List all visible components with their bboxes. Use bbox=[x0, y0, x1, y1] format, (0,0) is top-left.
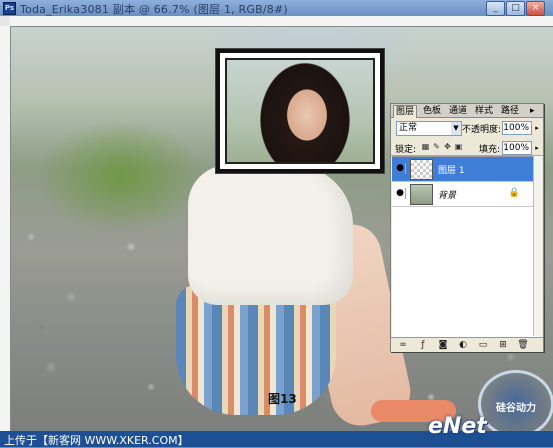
panel-footer: ∞ ƒ ◙ ◐ ▭ ⊞ 🗑 bbox=[391, 337, 543, 352]
badge-text: 硅谷动力 bbox=[496, 403, 536, 414]
layer-name[interactable]: 背景 bbox=[438, 188, 456, 201]
eye-icon[interactable]: ● bbox=[395, 188, 406, 199]
panel-tabs: 图层 色板 通道 样式 路径 ▸ bbox=[391, 104, 543, 118]
layer-name[interactable]: 图层 1 bbox=[438, 163, 465, 176]
layer-thumbnail bbox=[410, 159, 433, 180]
blend-row: 正常 ▼ 不透明度: 100% ▸ bbox=[391, 119, 543, 137]
photoshop-icon: Ps bbox=[3, 2, 16, 15]
panel-menu-icon[interactable]: ▸ bbox=[528, 105, 537, 117]
opacity-label: 不透明度: bbox=[462, 125, 502, 135]
opacity-slider-arrow-icon[interactable]: ▸ bbox=[533, 122, 541, 134]
lock-all-icon[interactable]: ▣ bbox=[454, 142, 463, 151]
new-layer-icon[interactable]: ⊞ bbox=[497, 339, 509, 351]
lock-row: 锁定: ▦ ✎ ✥ ▣ 填充: 100% ▸ bbox=[391, 139, 543, 156]
upload-credit: 上传于【新客网 WWW.XKER.COM】 bbox=[4, 434, 189, 447]
blend-mode-select[interactable]: 正常 ▼ bbox=[396, 121, 462, 136]
tab-channels[interactable]: 通道 bbox=[447, 105, 469, 117]
lock-label: 锁定: bbox=[395, 145, 417, 155]
new-group-icon[interactable]: ▭ bbox=[477, 339, 489, 351]
tab-styles[interactable]: 样式 bbox=[473, 105, 495, 117]
eye-icon[interactable]: ● bbox=[395, 163, 406, 174]
minimize-button[interactable]: _ bbox=[486, 1, 505, 16]
tab-layers[interactable]: 图层 bbox=[393, 105, 418, 118]
vertical-ruler[interactable] bbox=[0, 26, 11, 431]
blend-mode-value: 正常 bbox=[399, 123, 418, 133]
link-layers-icon[interactable]: ∞ bbox=[397, 339, 409, 351]
lock-icon: 🔒 bbox=[508, 188, 520, 198]
photo-subject bbox=[176, 165, 456, 431]
adjustment-layer-icon[interactable]: ◐ bbox=[457, 339, 469, 351]
maximize-button[interactable]: □ bbox=[506, 1, 525, 16]
horizontal-ruler[interactable] bbox=[10, 16, 553, 27]
opacity-input[interactable]: 100% bbox=[502, 121, 532, 135]
trash-icon[interactable]: 🗑 bbox=[517, 339, 529, 351]
layer-style-icon[interactable]: ƒ bbox=[417, 339, 429, 351]
photoshop-window: Ps Toda_Erika3081 副本 @ 66.7% (图层 1, RGB/… bbox=[0, 0, 553, 447]
layers-list: ● 图层 1 ● 背景 🔒 bbox=[392, 156, 542, 337]
layer-mask-icon[interactable]: ◙ bbox=[437, 339, 449, 351]
tab-swatches[interactable]: 色板 bbox=[421, 105, 443, 117]
layers-panel: 图层 色板 通道 样式 路径 ▸ 正常 ▼ 不透明度: 100% ▸ 锁定: ▦… bbox=[390, 103, 544, 352]
fill-slider-arrow-icon[interactable]: ▸ bbox=[533, 142, 541, 154]
fill-input[interactable]: 100% bbox=[502, 141, 532, 155]
subject-shirt bbox=[188, 165, 353, 305]
layer-row-background[interactable]: ● 背景 🔒 bbox=[392, 182, 542, 207]
watermark-badge: 硅谷动力 bbox=[478, 370, 553, 438]
close-button[interactable]: × bbox=[526, 1, 545, 16]
figure-caption: 图13 bbox=[268, 392, 297, 406]
fill-label: 填充: bbox=[479, 145, 501, 155]
document-title: Toda_Erika3081 副本 @ 66.7% (图层 1, RGB/8#) bbox=[20, 3, 288, 16]
photo-frame-layer[interactable] bbox=[216, 49, 384, 173]
framed-portrait bbox=[225, 58, 375, 164]
lock-transparency-icon[interactable]: ▦ bbox=[421, 142, 430, 151]
tab-paths[interactable]: 路径 bbox=[499, 105, 521, 117]
enet-logo: eNet bbox=[428, 414, 487, 439]
layers-scrollbar[interactable] bbox=[533, 156, 542, 336]
layer-thumbnail bbox=[410, 184, 433, 205]
lock-position-icon[interactable]: ✥ bbox=[443, 142, 452, 151]
layer-row-layer1[interactable]: ● 图层 1 bbox=[392, 157, 542, 182]
chevron-down-icon: ▼ bbox=[451, 122, 461, 135]
title-bar[interactable]: Ps Toda_Erika3081 副本 @ 66.7% (图层 1, RGB/… bbox=[0, 0, 553, 17]
lock-pixels-icon[interactable]: ✎ bbox=[432, 142, 441, 151]
